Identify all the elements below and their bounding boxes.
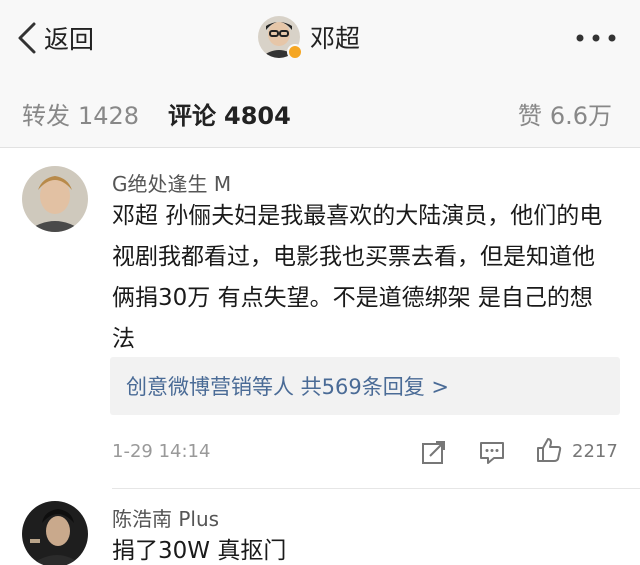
comment-username[interactable]: 陈浩南 Plus (112, 503, 219, 532)
back-label: 返回 (44, 25, 95, 54)
share-icon[interactable] (420, 438, 448, 466)
tab-like-count: 6.6万 (549, 102, 612, 130)
avatar[interactable] (258, 16, 303, 60)
comment-text: 捐了30W 真抠门 (112, 538, 287, 564)
avatar-image (22, 166, 88, 232)
avatar[interactable] (22, 166, 88, 232)
like-count: 2217 (572, 441, 618, 462)
back-button[interactable]: 返回 (16, 18, 94, 58)
thumbs-up-icon[interactable] (535, 436, 563, 464)
tab-repost-count: 1428 (78, 102, 140, 130)
tab-repost-label: 转发 (22, 102, 70, 130)
comment-username[interactable]: G绝处逢生 M (112, 168, 231, 197)
page-title: 邓超 (310, 24, 361, 53)
top-navbar: 返回 邓超 (0, 0, 640, 76)
tab-comment-count: 4804 (224, 102, 291, 130)
verified-badge-icon (287, 44, 303, 60)
comment-item: 陈浩南 Plus 捐了30W 真抠门 (0, 489, 640, 565)
comment-text: 邓超 孙俪夫妇是我最喜欢的大陆演员，他们的电视剧我都看过，电影我也买票去看，但是… (112, 203, 603, 352)
profile-header[interactable]: 邓超 (258, 14, 360, 60)
tab-comment-label: 评论 (168, 102, 216, 130)
avatar-image (22, 501, 88, 565)
comment-timestamp: 1-29 14:14 (112, 441, 211, 462)
tab-like-label: 赞 (517, 102, 542, 130)
reply-summary-box[interactable]: 创意微博营销等人 共569条回复 > (110, 357, 620, 415)
comment-icon[interactable] (478, 438, 506, 466)
chevron-left-icon (18, 22, 36, 54)
more-dots-icon[interactable] (574, 26, 618, 50)
tab-repost[interactable]: 转发 1428 (22, 96, 139, 131)
avatar[interactable] (22, 501, 88, 565)
tab-bar: 转发 1428 评论 4804 赞 6.6万 (0, 76, 640, 148)
comment-item: G绝处逢生 M 邓超 孙俪夫妇是我最喜欢的大陆演员，他们的电视剧我都看过，电影我… (0, 148, 640, 488)
tab-comment[interactable]: 评论 4804 (168, 96, 291, 131)
tab-like[interactable]: 赞 6.6万 (518, 96, 612, 131)
reply-summary-link[interactable]: 创意微博营销等人 共569条回复 > (126, 371, 449, 401)
